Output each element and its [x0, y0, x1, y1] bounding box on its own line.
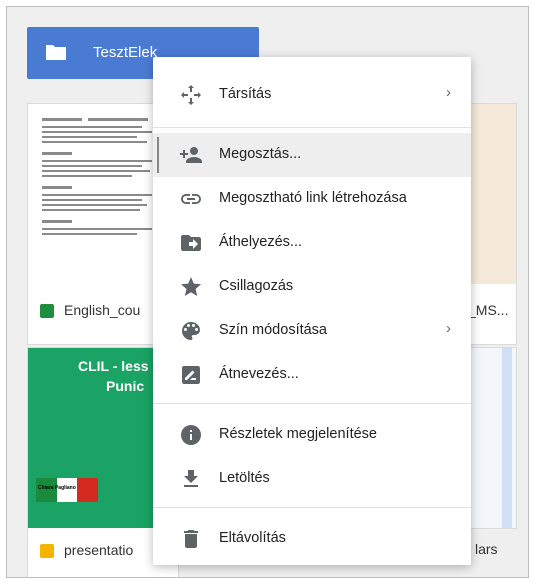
file-name: English_cou	[64, 302, 141, 318]
drive-file-grid: TesztElek English_cou _MS... CLIL - less…	[6, 6, 529, 578]
menu-item-label: Csillagozás	[219, 278, 294, 294]
move-icon	[181, 85, 201, 105]
file-name: _MS...	[468, 302, 509, 318]
chevron-right-icon: ›	[446, 84, 451, 101]
menu-item-label: Megosztható link létrehozása	[219, 190, 407, 206]
file-name: presentatio	[64, 542, 134, 558]
menu-item-remove[interactable]: Eltávolítás	[153, 517, 471, 561]
rename-icon	[182, 366, 200, 384]
menu-item-label: Átnevezés...	[219, 366, 299, 382]
menu-divider	[153, 127, 471, 128]
menu-item-associate[interactable]: Társítás ›	[153, 73, 471, 117]
file-name: lars	[475, 541, 498, 557]
folder-name: TesztElek	[93, 44, 158, 61]
slides-icon	[40, 544, 54, 558]
context-menu: Társítás › Megosztás... Megosztható link…	[153, 57, 471, 565]
menu-item-label: Áthelyezés...	[219, 234, 303, 250]
slide-badge: Chiara Pagliano	[38, 485, 76, 491]
move-to-folder-icon	[181, 235, 201, 251]
chevron-right-icon: ›	[446, 320, 451, 337]
folder-icon	[46, 45, 66, 60]
menu-divider	[153, 507, 471, 508]
trash-icon	[184, 530, 198, 548]
menu-item-label: Részletek megjelenítése	[219, 426, 377, 442]
menu-item-label: Letöltés	[219, 470, 270, 486]
menu-item-download[interactable]: Letöltés	[153, 457, 471, 501]
download-icon	[184, 470, 198, 487]
menu-item-label: Társítás	[219, 86, 272, 102]
menu-item-label: Eltávolítás	[219, 530, 286, 546]
menu-item-rename[interactable]: Átnevezés...	[153, 353, 471, 397]
menu-item-details[interactable]: Részletek megjelenítése	[153, 413, 471, 457]
slide-subtitle: Punic	[106, 378, 145, 394]
focus-indicator	[157, 137, 159, 173]
palette-icon	[182, 322, 200, 340]
menu-item-change-color[interactable]: Szín módosítása ›	[153, 309, 471, 353]
menu-item-label: Megosztás...	[219, 146, 302, 162]
add-person-icon	[180, 147, 202, 163]
file-thumbnail	[502, 348, 512, 528]
link-icon	[181, 194, 201, 204]
info-icon	[181, 425, 201, 445]
menu-item-label: Szín módosítása	[219, 322, 327, 338]
slide-title: CLIL - less	[78, 358, 149, 374]
star-icon	[181, 277, 201, 296]
sheets-icon	[40, 304, 54, 318]
menu-item-star[interactable]: Csillagozás	[153, 265, 471, 309]
menu-item-share[interactable]: Megosztás...	[153, 133, 471, 177]
menu-item-get-link[interactable]: Megosztható link létrehozása	[153, 177, 471, 221]
menu-item-move[interactable]: Áthelyezés...	[153, 221, 471, 265]
menu-divider	[153, 403, 471, 404]
